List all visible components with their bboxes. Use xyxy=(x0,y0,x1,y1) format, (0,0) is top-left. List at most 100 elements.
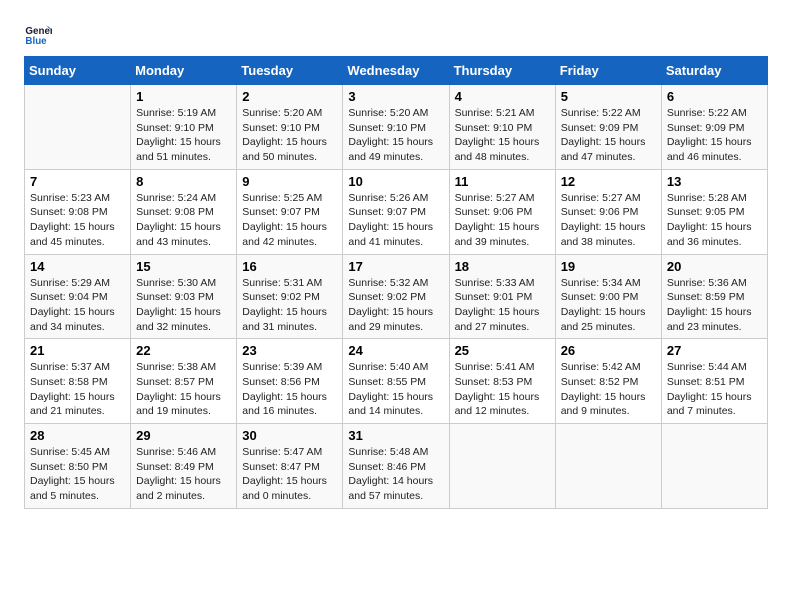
day-info: Sunrise: 5:32 AM Sunset: 9:02 PM Dayligh… xyxy=(348,276,443,335)
header: General Blue xyxy=(24,20,768,48)
calendar-cell: 23 Sunrise: 5:39 AM Sunset: 8:56 PM Dayli… xyxy=(237,339,343,424)
calendar-cell: 21Sunrise: 5:37 AM Sunset: 8:58 PM Dayli… xyxy=(25,339,131,424)
day-info: Sunrise: 5:19 AM Sunset: 9:10 PM Dayligh… xyxy=(136,106,231,165)
day-info: Sunrise: 5:33 AM Sunset: 9:01 PM Dayligh… xyxy=(455,276,550,335)
calendar-cell xyxy=(661,424,767,509)
day-number: 9 xyxy=(242,174,337,189)
day-info: Sunrise: 5:30 AM Sunset: 9:03 PM Dayligh… xyxy=(136,276,231,335)
day-info: Sunrise: 5:38 AM Sunset: 8:57 PM Dayligh… xyxy=(136,360,231,419)
calendar-cell: 3Sunrise: 5:20 AM Sunset: 9:10 PM Daylig… xyxy=(343,85,449,170)
calendar-cell: 22 Sunrise: 5:38 AM Sunset: 8:57 PM Dayli… xyxy=(131,339,237,424)
day-info: Sunrise: 5:27 AM Sunset: 9:06 PM Dayligh… xyxy=(455,191,550,250)
calendar-cell: 5Sunrise: 5:22 AM Sunset: 9:09 PM Daylig… xyxy=(555,85,661,170)
calendar-cell: 8 Sunrise: 5:24 AM Sunset: 9:08 PM Daylig… xyxy=(131,169,237,254)
day-info: Sunrise: 5:47 AM Sunset: 8:47 PM Dayligh… xyxy=(242,445,337,504)
calendar-cell: 2 Sunrise: 5:20 AM Sunset: 9:10 PM Daylig… xyxy=(237,85,343,170)
calendar-cell: 25 Sunrise: 5:41 AM Sunset: 8:53 PM Dayli… xyxy=(449,339,555,424)
day-info: Sunrise: 5:23 AM Sunset: 9:08 PM Dayligh… xyxy=(30,191,125,250)
calendar-cell: 27 Sunrise: 5:44 AM Sunset: 8:51 PM Dayli… xyxy=(661,339,767,424)
day-info: Sunrise: 5:29 AM Sunset: 9:04 PM Dayligh… xyxy=(30,276,125,335)
calendar-week-5: 28 Sunrise: 5:45 AM Sunset: 8:50 PM Dayli… xyxy=(25,424,768,509)
calendar-cell: 13Sunrise: 5:28 AM Sunset: 9:05 PM Dayli… xyxy=(661,169,767,254)
calendar-cell: 30Sunrise: 5:47 AM Sunset: 8:47 PM Dayli… xyxy=(237,424,343,509)
day-number: 2 xyxy=(242,89,337,104)
day-number: 17 xyxy=(348,259,443,274)
day-info: Sunrise: 5:26 AM Sunset: 9:07 PM Dayligh… xyxy=(348,191,443,250)
day-header-friday: Friday xyxy=(555,57,661,85)
day-number: 16 xyxy=(242,259,337,274)
calendar-body: 1 Sunrise: 5:19 AM Sunset: 9:10 PM Daylig… xyxy=(25,85,768,509)
day-info: Sunrise: 5:39 AM Sunset: 8:56 PM Dayligh… xyxy=(242,360,337,419)
day-info: Sunrise: 5:25 AM Sunset: 9:07 PM Dayligh… xyxy=(242,191,337,250)
day-info: Sunrise: 5:27 AM Sunset: 9:06 PM Dayligh… xyxy=(561,191,656,250)
day-number: 1 xyxy=(136,89,231,104)
calendar-cell: 6 Sunrise: 5:22 AM Sunset: 9:09 PM Daylig… xyxy=(661,85,767,170)
day-info: Sunrise: 5:22 AM Sunset: 9:09 PM Dayligh… xyxy=(561,106,656,165)
day-number: 20 xyxy=(667,259,762,274)
day-header-monday: Monday xyxy=(131,57,237,85)
calendar-week-1: 1 Sunrise: 5:19 AM Sunset: 9:10 PM Daylig… xyxy=(25,85,768,170)
day-info: Sunrise: 5:20 AM Sunset: 9:10 PM Dayligh… xyxy=(242,106,337,165)
day-info: Sunrise: 5:45 AM Sunset: 8:50 PM Dayligh… xyxy=(30,445,125,504)
day-info: Sunrise: 5:36 AM Sunset: 8:59 PM Dayligh… xyxy=(667,276,762,335)
day-number: 3 xyxy=(348,89,443,104)
day-number: 18 xyxy=(455,259,550,274)
day-info: Sunrise: 5:22 AM Sunset: 9:09 PM Dayligh… xyxy=(667,106,762,165)
svg-text:Blue: Blue xyxy=(25,36,47,47)
day-number: 28 xyxy=(30,428,125,443)
calendar-cell: 15 Sunrise: 5:30 AM Sunset: 9:03 PM Dayli… xyxy=(131,254,237,339)
calendar-cell: 18 Sunrise: 5:33 AM Sunset: 9:01 PM Dayli… xyxy=(449,254,555,339)
day-number: 27 xyxy=(667,343,762,358)
day-number: 10 xyxy=(348,174,443,189)
day-number: 29 xyxy=(136,428,231,443)
day-header-thursday: Thursday xyxy=(449,57,555,85)
calendar-cell: 29 Sunrise: 5:46 AM Sunset: 8:49 PM Dayli… xyxy=(131,424,237,509)
day-header-wednesday: Wednesday xyxy=(343,57,449,85)
day-number: 8 xyxy=(136,174,231,189)
calendar-cell: 9 Sunrise: 5:25 AM Sunset: 9:07 PM Daylig… xyxy=(237,169,343,254)
day-info: Sunrise: 5:41 AM Sunset: 8:53 PM Dayligh… xyxy=(455,360,550,419)
day-number: 25 xyxy=(455,343,550,358)
calendar-cell: 11 Sunrise: 5:27 AM Sunset: 9:06 PM Dayli… xyxy=(449,169,555,254)
day-info: Sunrise: 5:34 AM Sunset: 9:00 PM Dayligh… xyxy=(561,276,656,335)
day-number: 24 xyxy=(348,343,443,358)
calendar-cell xyxy=(25,85,131,170)
day-number: 23 xyxy=(242,343,337,358)
day-header-saturday: Saturday xyxy=(661,57,767,85)
day-number: 11 xyxy=(455,174,550,189)
calendar-cell: 19 Sunrise: 5:34 AM Sunset: 9:00 PM Dayli… xyxy=(555,254,661,339)
day-header-tuesday: Tuesday xyxy=(237,57,343,85)
calendar-week-4: 21Sunrise: 5:37 AM Sunset: 8:58 PM Dayli… xyxy=(25,339,768,424)
calendar-week-2: 7Sunrise: 5:23 AM Sunset: 9:08 PM Daylig… xyxy=(25,169,768,254)
calendar-header-row: SundayMondayTuesdayWednesdayThursdayFrid… xyxy=(25,57,768,85)
day-info: Sunrise: 5:37 AM Sunset: 8:58 PM Dayligh… xyxy=(30,360,125,419)
calendar-cell: 28 Sunrise: 5:45 AM Sunset: 8:50 PM Dayli… xyxy=(25,424,131,509)
calendar-cell: 1 Sunrise: 5:19 AM Sunset: 9:10 PM Daylig… xyxy=(131,85,237,170)
calendar-cell: 20 Sunrise: 5:36 AM Sunset: 8:59 PM Dayli… xyxy=(661,254,767,339)
calendar-week-3: 14 Sunrise: 5:29 AM Sunset: 9:04 PM Dayli… xyxy=(25,254,768,339)
calendar-cell: 24Sunrise: 5:40 AM Sunset: 8:55 PM Dayli… xyxy=(343,339,449,424)
calendar-cell xyxy=(449,424,555,509)
day-info: Sunrise: 5:21 AM Sunset: 9:10 PM Dayligh… xyxy=(455,106,550,165)
day-number: 19 xyxy=(561,259,656,274)
calendar-cell: 12 Sunrise: 5:27 AM Sunset: 9:06 PM Dayli… xyxy=(555,169,661,254)
day-number: 31 xyxy=(348,428,443,443)
day-number: 22 xyxy=(136,343,231,358)
calendar-cell: 26 Sunrise: 5:42 AM Sunset: 8:52 PM Dayli… xyxy=(555,339,661,424)
calendar-cell: 16Sunrise: 5:31 AM Sunset: 9:02 PM Dayli… xyxy=(237,254,343,339)
day-number: 15 xyxy=(136,259,231,274)
day-info: Sunrise: 5:46 AM Sunset: 8:49 PM Dayligh… xyxy=(136,445,231,504)
day-number: 13 xyxy=(667,174,762,189)
calendar-cell xyxy=(555,424,661,509)
day-info: Sunrise: 5:48 AM Sunset: 8:46 PM Dayligh… xyxy=(348,445,443,504)
calendar-cell: 17 Sunrise: 5:32 AM Sunset: 9:02 PM Dayli… xyxy=(343,254,449,339)
logo: General Blue xyxy=(24,20,56,48)
day-info: Sunrise: 5:44 AM Sunset: 8:51 PM Dayligh… xyxy=(667,360,762,419)
day-number: 12 xyxy=(561,174,656,189)
day-number: 26 xyxy=(561,343,656,358)
day-info: Sunrise: 5:42 AM Sunset: 8:52 PM Dayligh… xyxy=(561,360,656,419)
day-info: Sunrise: 5:24 AM Sunset: 9:08 PM Dayligh… xyxy=(136,191,231,250)
day-number: 6 xyxy=(667,89,762,104)
day-number: 14 xyxy=(30,259,125,274)
calendar-cell: 7Sunrise: 5:23 AM Sunset: 9:08 PM Daylig… xyxy=(25,169,131,254)
